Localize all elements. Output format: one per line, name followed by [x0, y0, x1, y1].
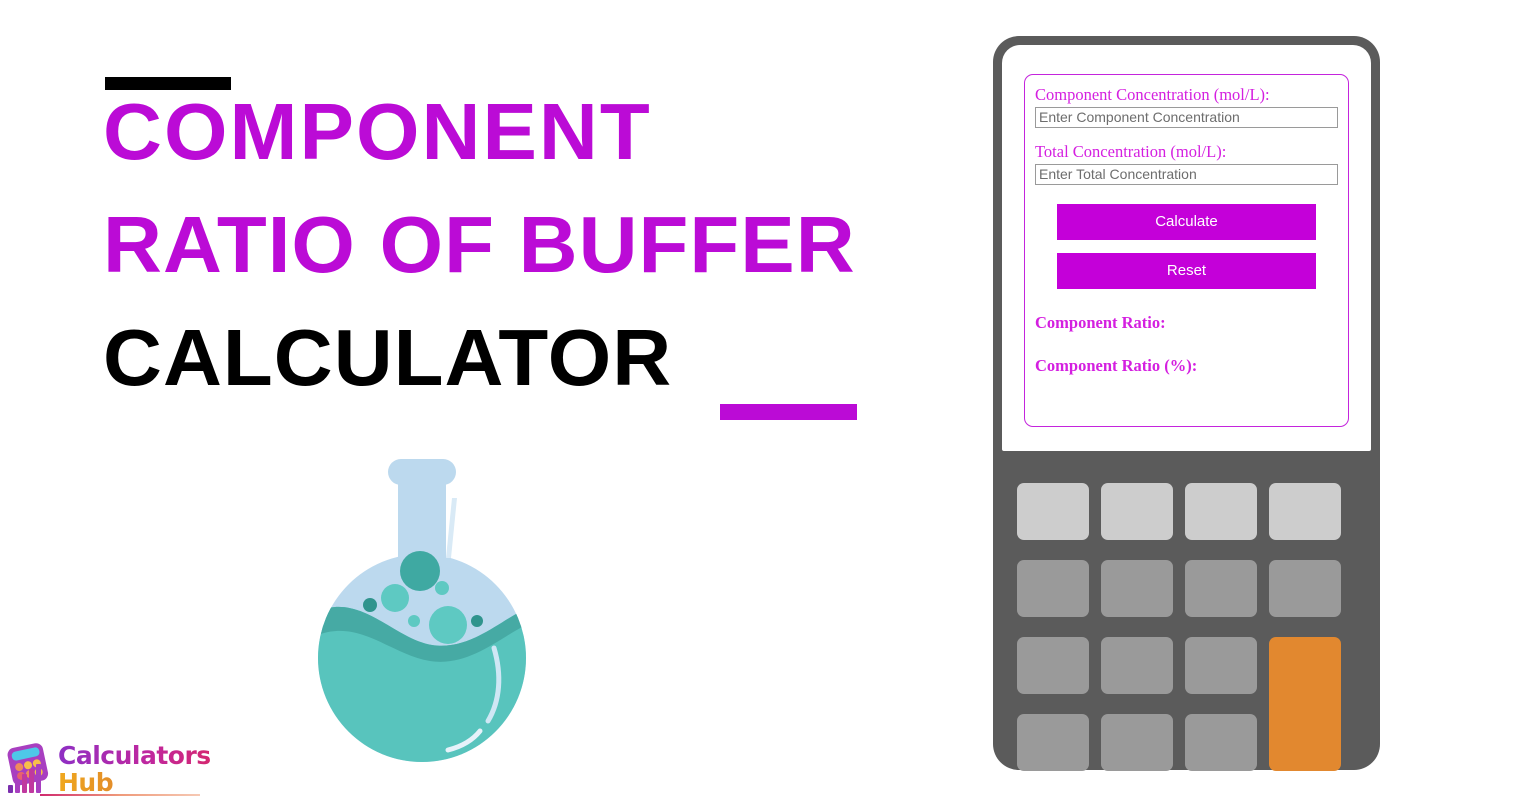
title-bottom-rule: [720, 404, 857, 420]
keypad-key[interactable]: [1017, 714, 1089, 771]
page-title-line-3: CALCULATOR: [103, 313, 673, 402]
keypad-key[interactable]: [1185, 637, 1257, 694]
page-title-line-2: RATIO OF BUFFER: [103, 200, 856, 289]
logo-word-calculators: Calculators: [58, 741, 211, 770]
total-concentration-input[interactable]: [1035, 163, 1338, 185]
component-ratio-result: Component Ratio:: [1035, 312, 1166, 332]
field-spacer: [1035, 128, 1338, 143]
calculator-keypad: [1017, 483, 1357, 773]
keypad-key[interactable]: [1185, 560, 1257, 617]
page-title: COMPONENT RATIO OF BUFFER CALCULATOR: [103, 92, 943, 398]
keypad-key[interactable]: [1269, 483, 1341, 540]
keypad-key[interactable]: [1101, 560, 1173, 617]
calculator-bar-chart-icon: [7, 743, 49, 793]
logo-underline: [40, 794, 200, 796]
calculator-form-panel: Component Concentration (mol/L): Total C…: [1024, 74, 1349, 427]
keypad-key[interactable]: [1185, 483, 1257, 540]
calculator-device: Component Concentration (mol/L): Total C…: [993, 36, 1380, 773]
keypad-key[interactable]: [1017, 637, 1089, 694]
page-title-line-1: COMPONENT: [103, 87, 652, 176]
component-concentration-input[interactable]: [1035, 106, 1338, 128]
keypad-key[interactable]: [1017, 483, 1089, 540]
equals-key[interactable]: [1269, 637, 1341, 771]
component-concentration-label: Component Concentration (mol/L):: [1035, 85, 1270, 104]
keypad-key[interactable]: [1101, 714, 1173, 771]
hero-section: COMPONENT RATIO OF BUFFER CALCULATOR Cal…: [0, 0, 960, 800]
brand-logo[interactable]: Calculators Hub: [4, 740, 211, 798]
component-ratio-percent-result: Component Ratio (%):: [1035, 355, 1198, 375]
keypad-key[interactable]: [1269, 560, 1341, 617]
keypad-key[interactable]: [1101, 637, 1173, 694]
keypad-key[interactable]: [1185, 714, 1257, 771]
calculate-button[interactable]: Calculate: [1057, 203, 1316, 240]
calculator-screen: Component Concentration (mol/L): Total C…: [1002, 45, 1371, 451]
logo-word-hub: Hub: [58, 770, 211, 795]
total-concentration-label: Total Concentration (mol/L):: [1035, 141, 1227, 161]
flask-icon: [318, 459, 526, 762]
reset-button[interactable]: Reset: [1057, 252, 1316, 289]
keypad-key[interactable]: [1101, 483, 1173, 540]
keypad-key[interactable]: [1017, 560, 1089, 617]
